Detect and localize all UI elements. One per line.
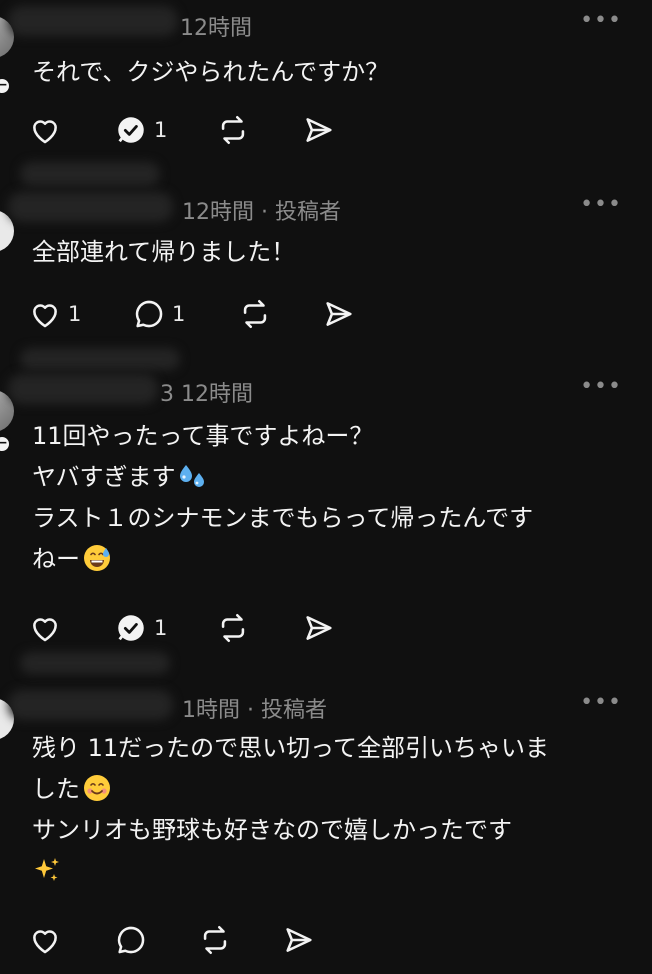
reply-count: 1: [154, 616, 168, 640]
repost-button[interactable]: [216, 112, 250, 148]
post-line: 11回やったって事ですよねー？: [32, 422, 374, 450]
repost-button[interactable]: [198, 922, 232, 958]
repost-button[interactable]: [216, 610, 250, 646]
share-button[interactable]: [282, 922, 316, 958]
heart-icon: [33, 304, 57, 328]
more-options-button[interactable]: •••: [580, 192, 622, 217]
more-options-button[interactable]: •••: [580, 8, 622, 33]
redacted-username: [8, 192, 173, 222]
heart-icon: [33, 618, 57, 642]
reply-check-icon: [118, 117, 144, 143]
reply-count: 1: [172, 302, 186, 326]
post-line: ヤバすぎます: [32, 457, 533, 498]
post-time: 3 12時間: [160, 382, 253, 407]
post-line: [32, 851, 549, 892]
redacted-username: [8, 690, 173, 720]
heart-icon: [33, 120, 57, 144]
post-time: 12時間: [180, 16, 252, 41]
repost-button[interactable]: [238, 296, 272, 332]
post-line: それで、クジやられたんですか？: [32, 58, 390, 86]
follow-badge-icon[interactable]: −: [0, 76, 12, 96]
more-options-button[interactable]: •••: [580, 690, 622, 715]
post-line-text: ねー: [32, 545, 80, 573]
post-line: した: [32, 769, 549, 810]
post-line-text: ヤバすぎます: [32, 463, 176, 491]
share-button[interactable]: [302, 610, 336, 646]
like-button[interactable]: [28, 112, 62, 148]
reply-check-icon: [118, 615, 144, 641]
like-button[interactable]: [28, 922, 62, 958]
post-actions: [28, 922, 648, 958]
post-actions: 1: [28, 610, 648, 646]
speech-bubble-icon: [117, 926, 145, 954]
post-line: ねー: [32, 539, 533, 580]
redacted-header-bar: [20, 652, 170, 674]
repost-icon: [221, 115, 245, 145]
post-line: 全部連れて帰りました！: [32, 238, 296, 266]
post-text: 全部連れて帰りました！: [32, 232, 295, 273]
post-text: それで、クジやられたんですか？: [32, 52, 389, 93]
post-text: 11回やったって事ですよねー？ ヤバすぎます ラスト１のシナモンまでもらって帰っ…: [32, 416, 533, 580]
sparkles-emoji-icon: [35, 858, 59, 881]
post-text: 残り 11だったので思い切って全部引いちゃいま した サンリオも野球も好きなので…: [32, 728, 549, 892]
post-line: サンリオも野球も好きなので嬉しかったです: [32, 816, 512, 844]
post-line: ラスト１のシナモンまでもらって帰ったんです: [32, 504, 534, 532]
reply-button[interactable]: [114, 922, 148, 958]
more-options-button[interactable]: •••: [580, 374, 622, 399]
sweat-droplets-emoji-icon: [179, 465, 204, 487]
repost-icon: [243, 299, 267, 329]
follow-badge-icon[interactable]: −: [0, 434, 12, 454]
redacted-header-bar: [20, 162, 160, 186]
speech-bubble-icon: [135, 300, 163, 328]
like-count: 1: [68, 302, 82, 326]
send-icon: [306, 616, 332, 640]
redacted-header-bar: [20, 348, 180, 370]
redacted-username: [8, 6, 178, 36]
post-time: 12時間 · 投稿者: [182, 200, 341, 225]
post-actions: 1: [28, 112, 648, 148]
redacted-username: [8, 374, 158, 404]
send-icon: [306, 118, 332, 142]
like-button[interactable]: [28, 610, 62, 646]
reply-button[interactable]: 1: [132, 296, 185, 332]
heart-icon: [33, 930, 57, 954]
repost-icon: [203, 925, 227, 955]
repost-icon: [221, 613, 245, 643]
smiling-face-emoji-icon: [84, 775, 110, 801]
send-icon: [326, 302, 352, 326]
share-button[interactable]: [302, 112, 336, 148]
reply-button[interactable]: 1: [114, 112, 167, 148]
share-button[interactable]: [322, 296, 356, 332]
reply-button[interactable]: 1: [114, 610, 167, 646]
send-icon: [286, 928, 312, 952]
post-line: 残り 11だったので思い切って全部引いちゃいま: [32, 734, 549, 762]
like-button[interactable]: 1: [28, 296, 81, 332]
reply-count: 1: [154, 118, 168, 142]
post-actions: 1 1: [28, 296, 648, 332]
post-line-text: した: [32, 775, 80, 803]
post-time: 1時間 · 投稿者: [182, 698, 327, 723]
grinning-sweat-emoji-icon: [84, 545, 110, 571]
